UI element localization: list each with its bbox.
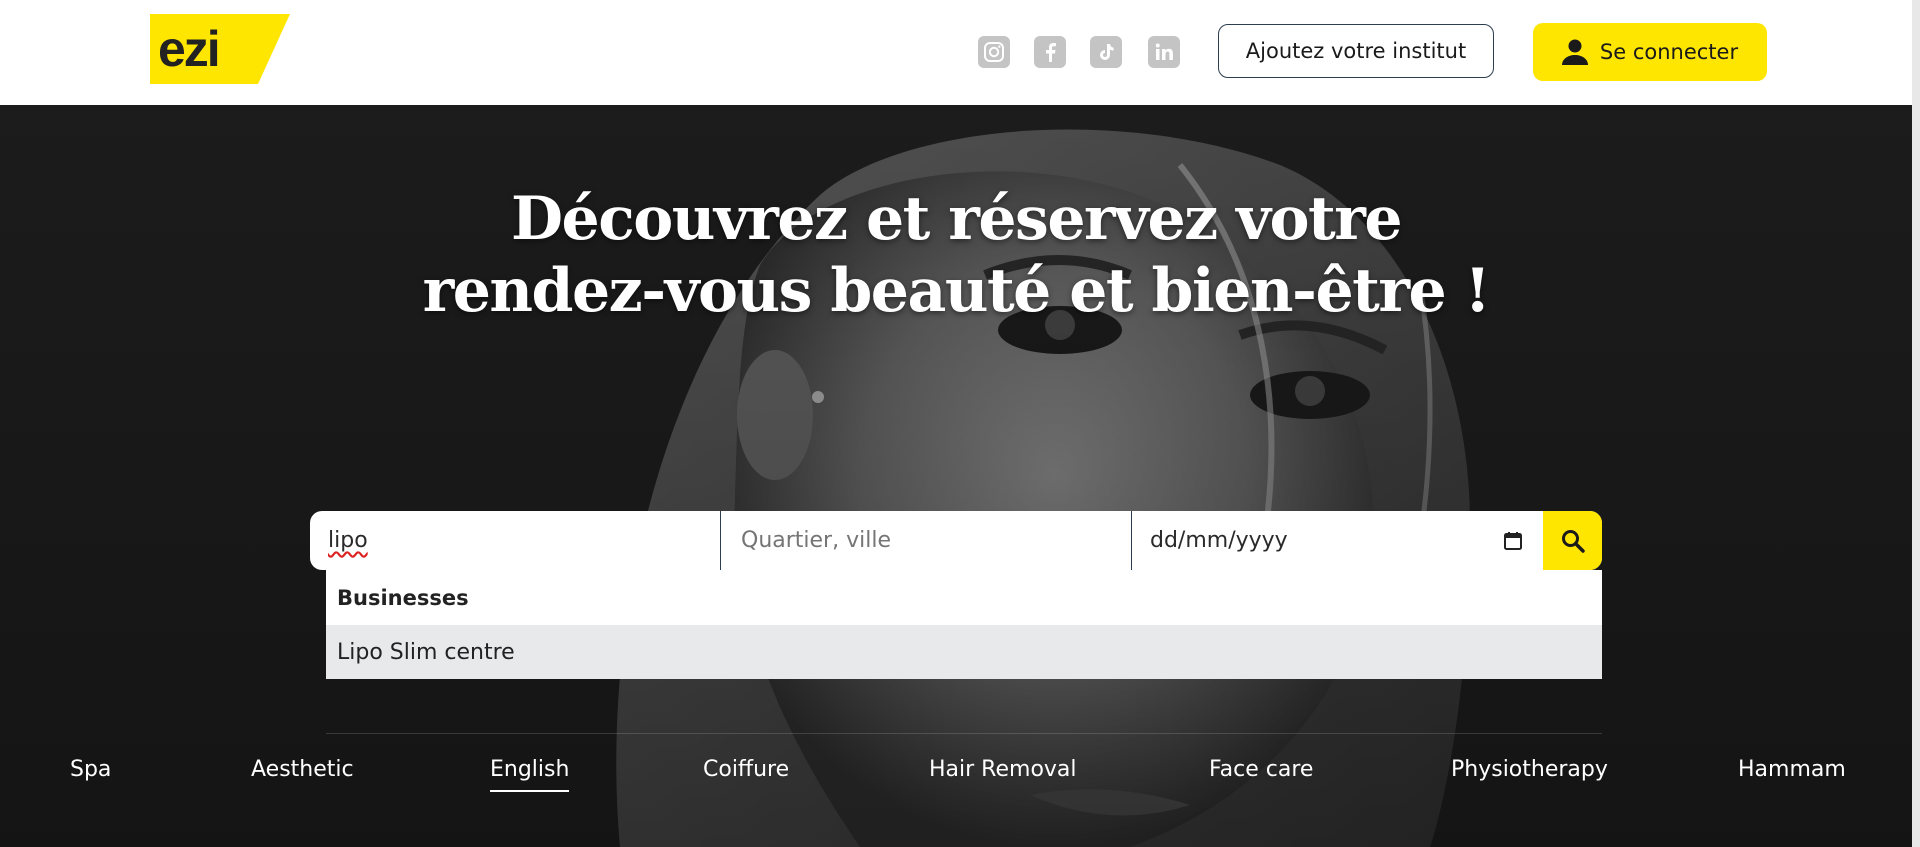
site-header: ezi Ajoutez votre institut Se connecter	[0, 0, 1920, 105]
dropdown-section-title: Businesses	[337, 585, 469, 610]
hero-title-line-1: Découvrez et réservez votre	[511, 184, 1403, 254]
instagram-icon[interactable]	[978, 36, 1010, 68]
search-button[interactable]	[1543, 511, 1602, 570]
category-coiffure[interactable]: Coiffure	[703, 757, 789, 790]
service-search-input[interactable]: lipo	[328, 528, 368, 553]
page-scrollbar[interactable]	[1912, 0, 1920, 847]
user-icon	[1561, 39, 1588, 65]
date-field[interactable]: dd/mm/yyyy	[1132, 511, 1543, 570]
ezi-logo[interactable]: ezi	[150, 14, 290, 84]
location-input[interactable]	[739, 527, 1131, 554]
dropdown-item[interactable]: Lipo Slim centre	[326, 625, 1602, 679]
search-icon	[1561, 529, 1585, 553]
hero-title: Découvrez et réservez votre rendez-vous …	[0, 183, 1912, 327]
service-search-field[interactable]: lipo	[310, 511, 721, 570]
category-divider	[326, 733, 1602, 734]
category-english[interactable]: English	[490, 757, 570, 792]
category-aesthetic[interactable]: Aesthetic	[251, 757, 354, 790]
hero-section: Découvrez et réservez votre rendez-vous …	[0, 105, 1912, 847]
tiktok-icon[interactable]	[1090, 36, 1122, 68]
date-input[interactable]: dd/mm/yyyy	[1150, 528, 1288, 553]
hero-title-line-2: rendez-vous beauté et bien-être !	[422, 256, 1491, 326]
location-field[interactable]	[721, 511, 1132, 570]
add-institute-button[interactable]: Ajoutez votre institut	[1218, 24, 1494, 78]
linkedin-icon[interactable]	[1148, 36, 1180, 68]
category-physiotherapy[interactable]: Physiotherapy	[1451, 757, 1608, 790]
category-hammam[interactable]: Hammam	[1738, 757, 1846, 790]
login-button[interactable]: Se connecter	[1533, 23, 1767, 81]
calendar-icon[interactable]	[1503, 531, 1523, 551]
category-hair-removal[interactable]: Hair Removal	[929, 757, 1077, 790]
facebook-icon[interactable]	[1034, 36, 1066, 68]
logo-text: ezi	[158, 21, 221, 77]
category-face-care[interactable]: Face care	[1209, 757, 1313, 790]
category-spa[interactable]: Spa	[70, 757, 111, 790]
autocomplete-dropdown: Businesses Lipo Slim centre	[326, 570, 1602, 679]
search-bar: lipo dd/mm/yyyy	[310, 511, 1602, 570]
login-label: Se connecter	[1599, 40, 1739, 64]
